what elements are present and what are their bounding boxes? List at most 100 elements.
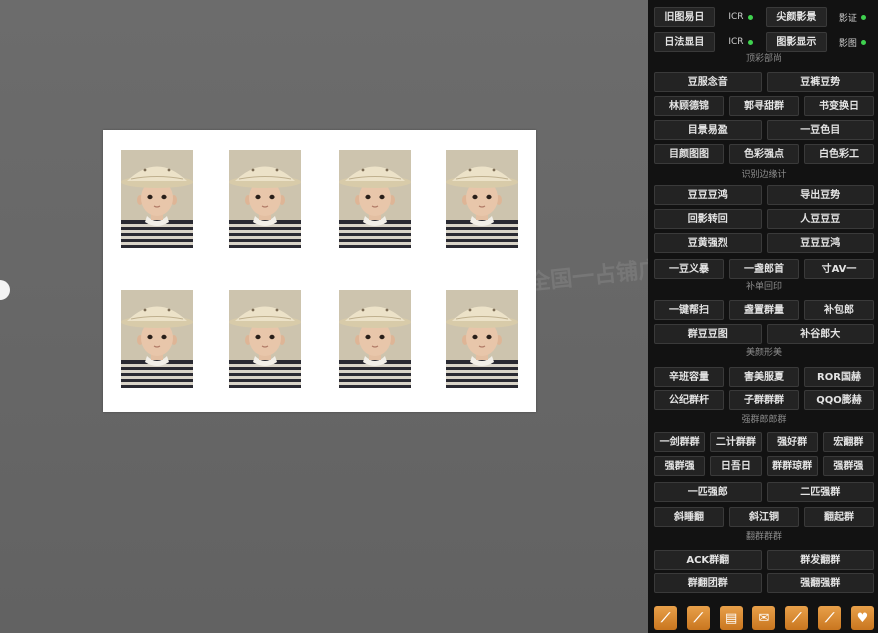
panel-button[interactable]: 辛班容量 [654,367,724,387]
status-row: 旧图易日 ICR 尖颜影景 影证 [654,7,874,27]
watermark-text: 全国一占铺广 [527,257,662,296]
status-button[interactable]: 日法显目 [654,32,715,52]
tool-button[interactable]: ⟋ [654,606,677,630]
panel-button[interactable]: 目景易盈 [654,120,762,140]
panel-button[interactable]: 豆豆豆鸿 [766,233,874,253]
panel-button[interactable]: 二匹强群 [766,482,874,502]
status-indicator-dot [860,39,866,45]
panel-button[interactable]: 群群琼群 [766,456,818,476]
panel-button[interactable]: 群翻团群 [654,573,762,593]
tool-button[interactable]: ⟋ [818,606,842,630]
section-header: 美颜形美 [745,348,782,358]
status-indicator-dot [860,14,866,20]
button-row: 回影转回 人豆豆豆 [654,209,874,229]
tool-button[interactable]: ⟋ [686,606,710,630]
button-row: 公纪群杆 子群群群 QQO膨赫 [654,390,874,410]
section-header: 翻群群群 [745,532,782,542]
panel-button[interactable]: 宏翻群 [822,432,874,452]
panel-button[interactable]: 强翻强群 [766,573,874,593]
panel-button[interactable]: 害美服夏 [729,367,799,387]
status-button[interactable]: 旧图易日 [654,7,715,27]
id-photo [121,290,193,388]
tool-button[interactable]: ✉ [752,606,776,630]
panel-button[interactable]: 子群群群 [729,390,799,410]
panel-button[interactable]: 林顾德锦 [654,96,724,116]
button-row: 林顾德锦 郭寻甜群 书变换日 [654,96,874,116]
id-photo [446,290,518,388]
button-row: 一键帮扫 盏置群量 补包郎 [654,300,874,320]
panel-button[interactable]: 盏置群量 [729,300,799,320]
button-row: 群豆豆图 补谷郎大 [654,324,874,344]
button-row: 豆豆豆鸿 导出豆势 [654,185,874,205]
panel-button[interactable]: 豆服念音 [654,72,762,92]
tool-button[interactable]: ⟋ [785,606,809,630]
panel-button[interactable]: 豆豆豆鸿 [654,185,762,205]
status-badge-label: ICR [728,12,744,22]
panel-button[interactable]: 一盏郎首 [729,259,799,279]
panel-button[interactable]: 补谷郎大 [766,324,874,344]
panel-button[interactable]: 斜江铜 [729,507,799,527]
panel-button[interactable]: 一键帮扫 [654,300,724,320]
panel-button[interactable]: 导出豆势 [766,185,874,205]
preview-canvas: 全国一占铺广 [0,0,661,633]
panel-button[interactable]: 一豆色目 [766,120,874,140]
panel-button[interactable]: 一匹强郎 [654,482,762,502]
section-header: 顶彩部尚 [745,54,782,64]
brush-icon: ⟋ [825,610,835,626]
panel-button[interactable]: 一豆义暴 [654,259,724,279]
panel-button[interactable]: 回影转回 [654,209,762,229]
panel-button[interactable]: 翻起群 [804,507,874,527]
edge-handle[interactable] [0,280,10,300]
panel-button[interactable]: 豆黄强烈 [654,233,762,253]
panel-button[interactable]: 二计群群 [710,432,762,452]
panel-button[interactable]: 目颜图图 [654,144,724,164]
panel-button[interactable]: ACK群翻 [654,550,762,570]
document-icon: ▤ [725,610,738,626]
id-photo [229,150,301,248]
status-badge: ICR [719,7,762,27]
id-photo [446,150,518,248]
panel-button[interactable]: ROR国赫 [804,367,874,387]
status-badge-label: 影证 [838,13,857,24]
button-row: 目颜图图 色彩强点 白色彩工 [654,144,874,164]
panel-button[interactable]: 群发翻群 [766,550,874,570]
brush-icon: ⟋ [792,610,802,626]
status-indicator-dot [747,39,753,45]
panel-button[interactable]: 强群强 [654,456,706,476]
panel-button[interactable]: 强群强 [822,456,874,476]
panel-button[interactable]: 公纪群杆 [654,390,724,410]
tool-panel: ⟋ ⟋ ▤ ✉ ⟋ ⟋ ♥ 旧图易日 ICR 尖颜影景 影证 日法显目 ICR 图影显示 影图 顶彩部尚 豆服… [648,0,878,633]
button-row: 强群强 日吾日 群群琼群 强群强 [654,456,874,476]
heart-icon: ♥ [856,610,869,626]
panel-button[interactable]: 人豆豆豆 [766,209,874,229]
status-badge-label: ICR [728,37,744,47]
panel-button[interactable]: 日吾日 [710,456,762,476]
status-row: 日法显目 ICR 图影显示 影图 [654,32,874,52]
panel-button[interactable]: 白色彩工 [804,144,874,164]
status-button[interactable]: 尖颜影景 [766,7,827,27]
panel-button[interactable]: QQO膨赫 [804,390,874,410]
panel-button[interactable]: 强好群 [766,432,818,452]
button-row: 群翻团群 强翻强群 [654,573,874,593]
status-badge: 影证 [831,7,874,27]
tool-icon-bar: ⟋ ⟋ ▤ ✉ ⟋ ⟋ ♥ [654,606,874,630]
button-row: 目景易盈 一豆色目 [654,120,874,140]
button-row: 斜睡翻 斜江铜 翻起群 [654,507,874,527]
panel-button[interactable]: 斜睡翻 [654,507,724,527]
id-photo [121,150,193,248]
tool-button[interactable]: ♥ [850,606,874,630]
section-header: 强群郎郎群 [741,415,787,425]
panel-button[interactable]: 豆裤豆势 [766,72,874,92]
panel-button[interactable]: 色彩强点 [729,144,799,164]
tool-button[interactable]: ▤ [719,606,743,630]
status-button[interactable]: 图影显示 [766,32,827,52]
print-sheet [103,130,536,412]
panel-button[interactable]: 补包郎 [804,300,874,320]
panel-button[interactable]: 寸AV一 [804,259,874,279]
panel-button[interactable]: 一剑群群 [654,432,706,452]
button-row: 辛班容量 害美服夏 ROR国赫 [654,367,874,387]
panel-button[interactable]: 书变换日 [804,96,874,116]
panel-button[interactable]: 群豆豆图 [654,324,762,344]
mail-icon: ✉ [758,610,770,626]
panel-button[interactable]: 郭寻甜群 [729,96,799,116]
